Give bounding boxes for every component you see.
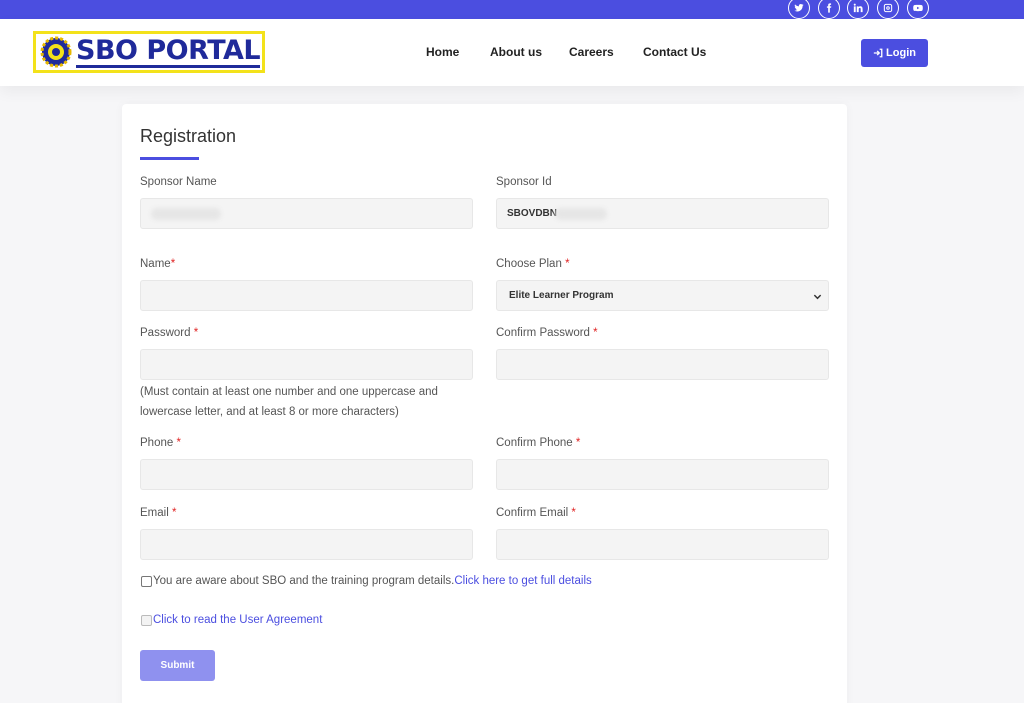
sponsor-name-field [140, 198, 473, 229]
nav-careers[interactable]: Careers [569, 45, 614, 59]
redacted-value [555, 208, 607, 220]
confirm-password-input[interactable] [496, 349, 829, 380]
nav-about-us[interactable]: About us [490, 45, 542, 59]
plan-select[interactable]: Elite Learner Program [496, 280, 829, 311]
sponsor-id-label: Sponsor Id [496, 176, 552, 188]
redacted-value [151, 208, 221, 220]
confirm-phone-label: Confirm Phone * [496, 437, 581, 449]
full-details-link[interactable]: Click here to get full details [454, 575, 591, 587]
site-header: SBO PORTAL Home About us Careers Contact… [0, 19, 1024, 86]
email-input[interactable] [140, 529, 473, 560]
plan-select-value: Elite Learner Program [509, 290, 614, 301]
youtube-icon[interactable] [907, 0, 929, 19]
login-icon [873, 48, 883, 58]
nav-contact-us[interactable]: Contact Us [643, 45, 706, 59]
confirm-email-input[interactable] [496, 529, 829, 560]
name-input[interactable] [140, 280, 473, 311]
facebook-icon[interactable] [818, 0, 840, 19]
twitter-icon[interactable] [788, 0, 810, 19]
submit-button[interactable]: Submit [140, 650, 215, 681]
choose-plan-label: Choose Plan * [496, 258, 570, 270]
page-title: Registration [140, 126, 237, 146]
gear-emblem-icon [40, 36, 72, 68]
confirm-phone-input[interactable] [496, 459, 829, 490]
password-hint: (Must contain at least one number and on… [140, 386, 438, 418]
login-label: Login [886, 47, 916, 59]
aware-checkbox[interactable] [141, 576, 152, 587]
user-agreement-link[interactable]: Click to read the User Agreement [153, 614, 322, 626]
sponsor-name-label: Sponsor Name [140, 176, 217, 188]
aware-text: You are aware about SBO and the training… [153, 575, 592, 587]
site-logo[interactable]: SBO PORTAL [33, 31, 265, 73]
confirm-password-label: Confirm Password * [496, 327, 598, 339]
registration-card: Registration Sponsor Name Sponsor Id SBO… [122, 104, 847, 703]
top-bar [0, 0, 1024, 19]
chevron-down-icon [813, 294, 822, 300]
sponsor-id-value: SBOVDBN [507, 208, 558, 219]
nav-home[interactable]: Home [426, 45, 459, 59]
phone-label: Phone * [140, 437, 181, 449]
name-label: Name* [140, 258, 176, 270]
email-label: Email * [140, 507, 177, 519]
title-underline [140, 157, 199, 160]
logo-text: SBO PORTAL [76, 34, 261, 68]
agreement-checkbox[interactable] [141, 615, 152, 626]
linkedin-icon[interactable] [847, 0, 869, 19]
password-input[interactable] [140, 349, 473, 380]
instagram-icon[interactable] [877, 0, 899, 19]
login-button[interactable]: Login [861, 39, 928, 67]
password-label: Password * [140, 327, 199, 339]
phone-input[interactable] [140, 459, 473, 490]
sponsor-id-field: SBOVDBN [496, 198, 829, 229]
confirm-email-label: Confirm Email * [496, 507, 576, 519]
